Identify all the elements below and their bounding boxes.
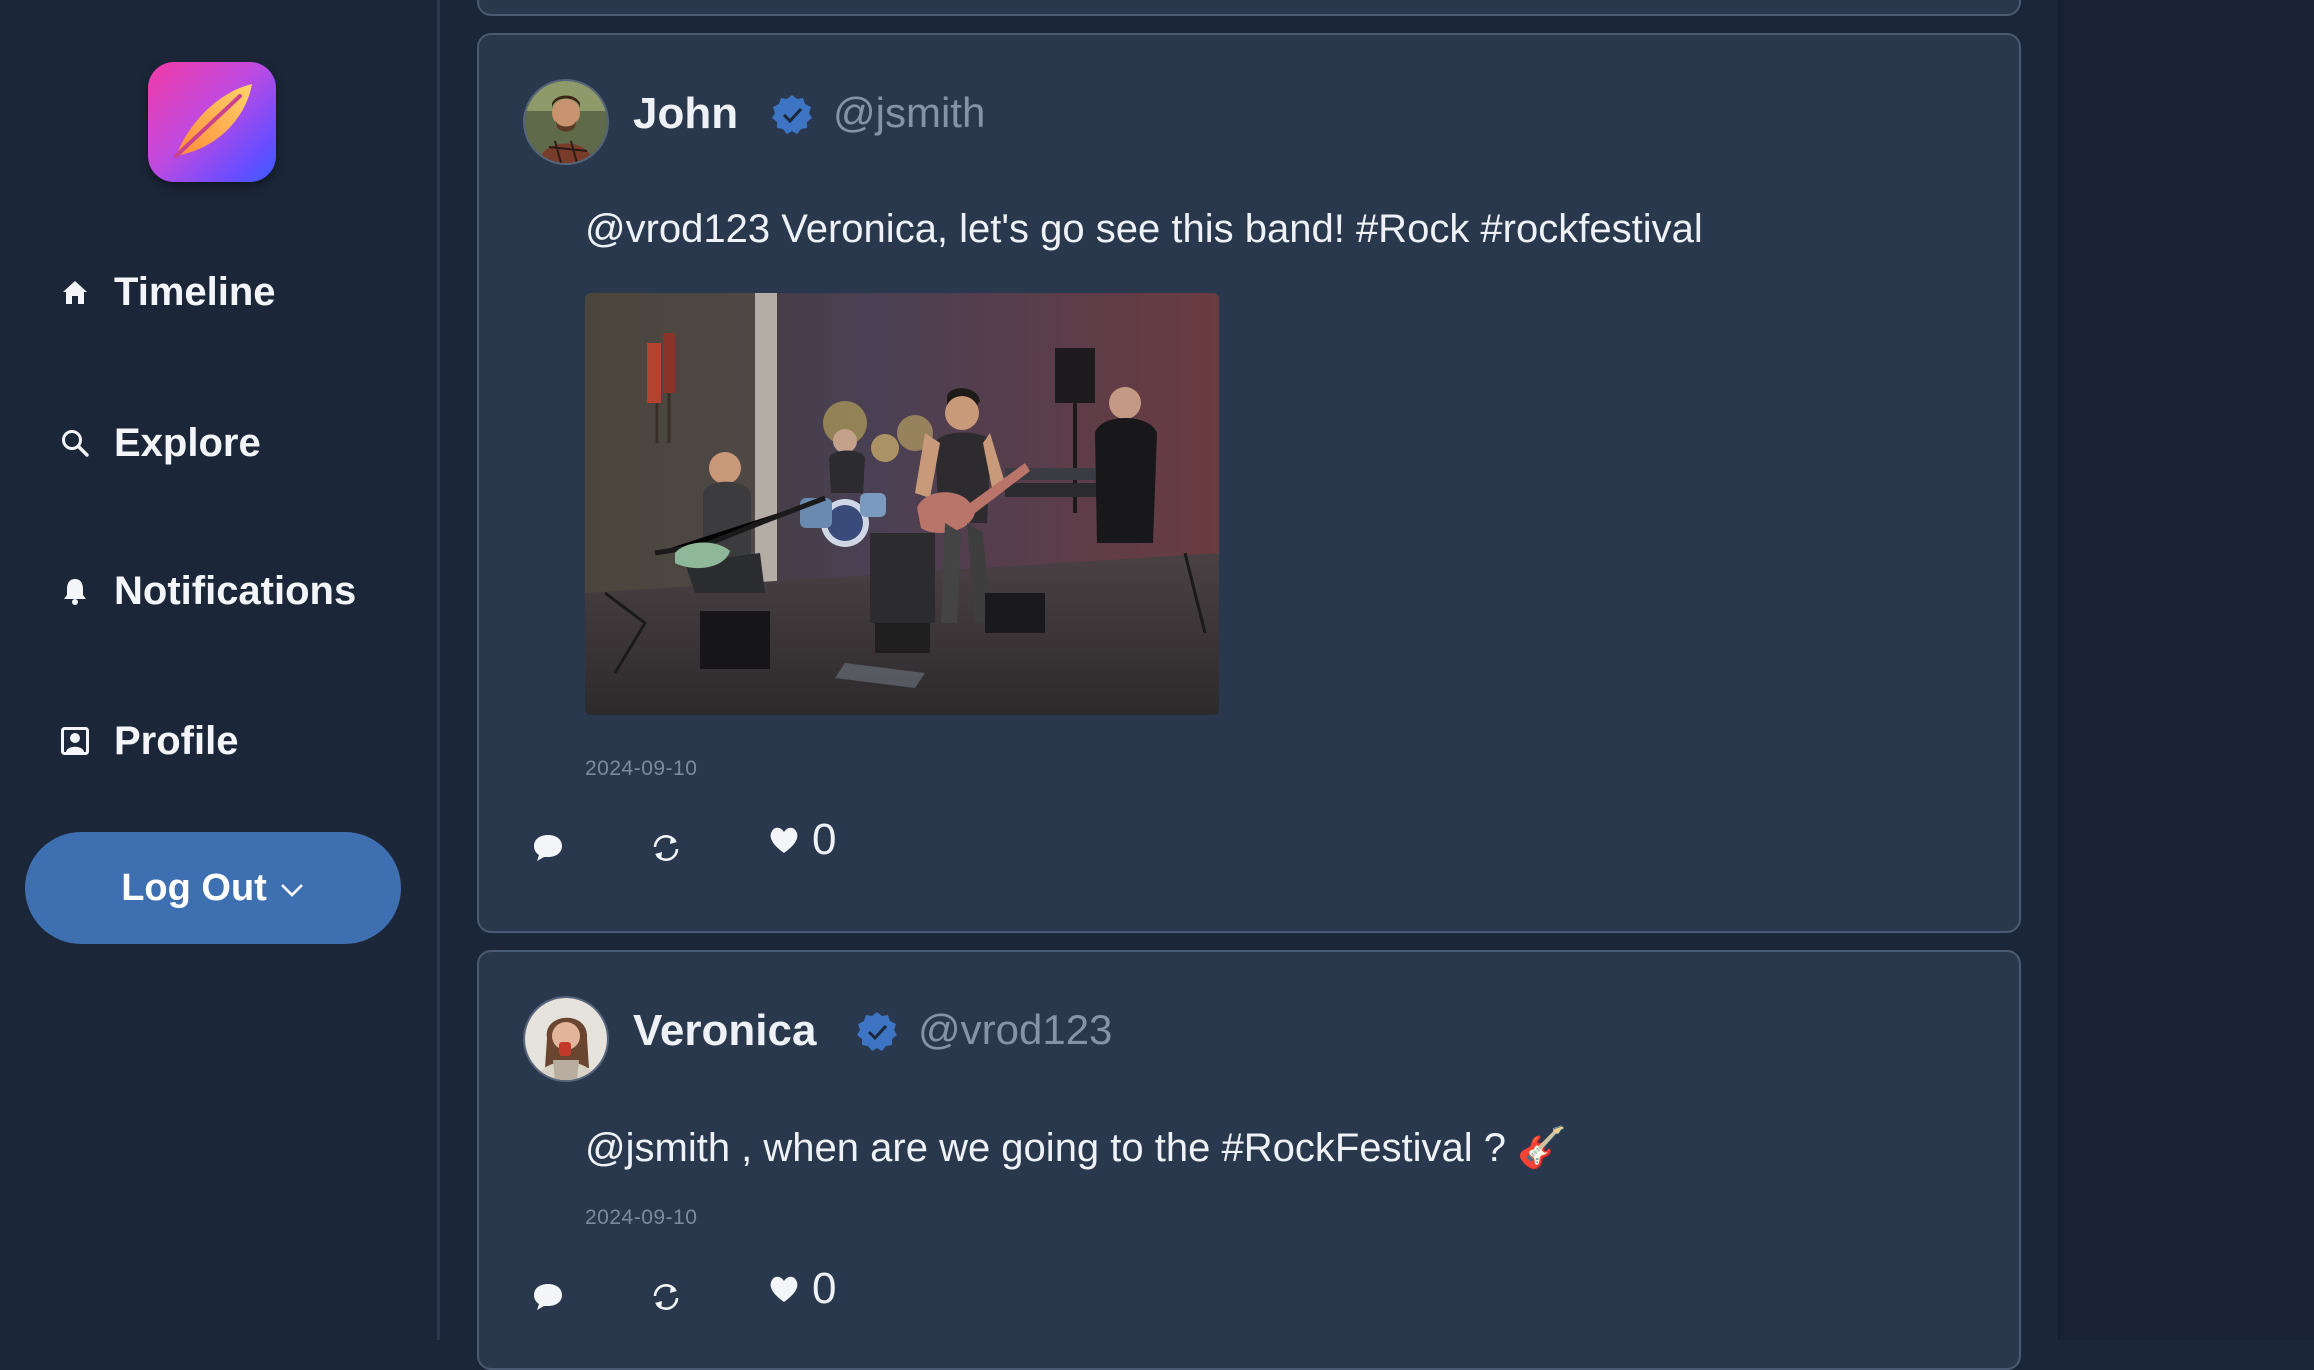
author-handle[interactable]: @jsmith	[833, 89, 985, 137]
verified-badge-icon	[772, 95, 812, 134]
comment-icon	[534, 835, 562, 861]
nav-item-label: Timeline	[114, 269, 276, 314]
like-count: 0	[812, 815, 837, 864]
author-handle[interactable]: @vrod123	[918, 1006, 1112, 1054]
nav-item-label: Notifications	[114, 568, 357, 613]
heart-icon	[770, 827, 798, 853]
comment-icon	[534, 1284, 562, 1310]
bell-icon	[58, 574, 92, 608]
repost-icon	[653, 835, 679, 861]
post-text: @jsmith , when are we going to the #Rock…	[585, 1126, 1567, 1170]
avatar[interactable]	[523, 996, 609, 1082]
post-card: John @jsmith @vrod123 Veronica, let's go…	[477, 33, 2021, 933]
logout-label: Log Out	[121, 866, 267, 909]
heart-icon	[770, 1276, 798, 1302]
reply-button[interactable]	[531, 832, 565, 862]
nav-item-label: Profile	[114, 718, 239, 763]
sidebar: Timeline Explore Notifications Profile L…	[0, 0, 440, 1340]
profile-icon	[58, 724, 92, 758]
reply-button[interactable]	[531, 1281, 565, 1311]
nav-item-profile[interactable]: Profile	[58, 711, 238, 771]
author-name[interactable]: Veronica	[633, 1006, 816, 1056]
nav-item-timeline[interactable]: Timeline	[58, 262, 276, 322]
post-card: Veronica @vrod123 @jsmith , when are we …	[477, 950, 2021, 1370]
chevron-down-icon	[279, 882, 305, 901]
like-count: 0	[812, 1264, 837, 1313]
nav-item-notifications[interactable]: Notifications	[58, 561, 356, 621]
right-panel	[2060, 0, 2314, 1340]
like-button[interactable]: 0	[768, 1264, 836, 1314]
nav-item-explore[interactable]: Explore	[58, 413, 261, 473]
logout-button[interactable]: Log Out	[25, 832, 401, 944]
like-button[interactable]: 0	[768, 815, 836, 865]
search-icon	[58, 426, 92, 460]
nav-item-label: Explore	[114, 420, 261, 465]
app-logo[interactable]	[148, 62, 276, 182]
repost-button[interactable]	[650, 1282, 682, 1312]
home-icon	[58, 275, 92, 309]
verified-badge-icon	[857, 1012, 897, 1051]
avatar[interactable]	[523, 79, 609, 165]
repost-icon	[653, 1284, 679, 1310]
post-card-previous	[477, 0, 2021, 16]
repost-button[interactable]	[650, 833, 682, 863]
post-date: 2024-09-10	[585, 1206, 698, 1229]
post-date: 2024-09-10	[585, 757, 698, 780]
post-text: @vrod123 Veronica, let's go see this ban…	[585, 207, 1703, 251]
author-name[interactable]: John	[633, 89, 738, 139]
post-image[interactable]	[585, 293, 1219, 715]
